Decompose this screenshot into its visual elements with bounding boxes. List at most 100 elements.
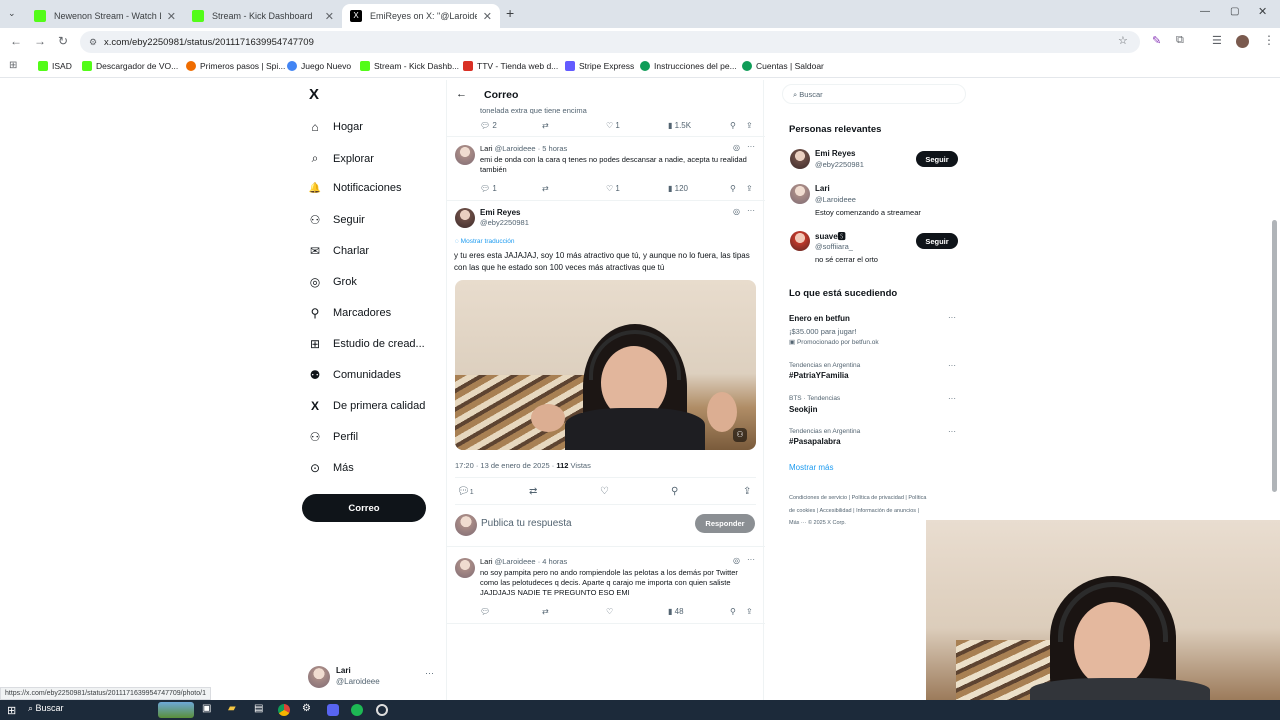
file-explorer-icon[interactable]: ▰ — [228, 703, 236, 714]
tweet-photo[interactable]: ⚇ — [455, 280, 756, 450]
tab-close-icon[interactable]: ✕ — [483, 10, 492, 23]
task-view-icon[interactable]: ▣ — [202, 703, 211, 714]
reply-button[interactable]: Responder — [695, 514, 755, 533]
views-icon[interactable]: ▮ 120 — [668, 184, 688, 193]
more-icon[interactable]: ··· — [747, 142, 755, 151]
views-icon[interactable]: ▮ 1.5K — [668, 121, 691, 130]
like-icon[interactable]: ♡ — [606, 607, 613, 616]
reply-icon[interactable]: 💬︎ 1 — [480, 184, 497, 193]
photo-grok-icon[interactable]: ⚇ — [733, 428, 747, 442]
avatar[interactable] — [790, 231, 810, 251]
footer-link[interactable]: Información de anuncios — [856, 508, 916, 514]
author-handle[interactable]: @eby2250981 — [480, 218, 529, 227]
obs-icon[interactable] — [376, 704, 388, 716]
bookmark-item[interactable]: Instrucciones del pe... — [640, 61, 737, 71]
account-switcher[interactable]: Lari @Laroideee ··· — [306, 664, 436, 690]
grok-icon[interactable]: ◎ — [733, 556, 740, 565]
extensions-puzzle-icon[interactable]: ⧉ — [1176, 34, 1184, 47]
avatar[interactable] — [455, 145, 475, 165]
avatar[interactable] — [790, 184, 810, 204]
trend-name[interactable]: Enero en betfun — [789, 314, 850, 323]
bookmark-star-icon[interactable]: ☆ — [1118, 34, 1128, 47]
bookmark-item[interactable]: ISAD — [38, 61, 72, 71]
retweet-icon[interactable]: ⇄ — [529, 486, 537, 497]
settings-icon[interactable]: ⚙ — [302, 703, 311, 714]
show-more-link[interactable]: Mostrar más — [789, 463, 833, 472]
post-button[interactable]: Correo — [302, 494, 426, 522]
discord-icon[interactable] — [327, 704, 339, 716]
bookmark-item[interactable]: TTV - Tienda web d... — [463, 61, 558, 71]
start-icon[interactable]: ⊞ — [7, 704, 16, 717]
bookmark-item[interactable]: Descargador de VO... — [82, 61, 178, 71]
account-more-icon[interactable]: ··· — [425, 668, 434, 678]
avatar[interactable] — [455, 558, 475, 578]
trend-name[interactable]: #PatriaYFamilia — [789, 371, 849, 380]
views-icon[interactable]: ▮ 48 — [668, 607, 684, 616]
reply-icon[interactable]: 💬︎ — [480, 607, 490, 616]
tab-kick-dashboard[interactable]: Stream - Kick Dashboard ✕ — [184, 4, 342, 28]
weather-widget-icon[interactable] — [158, 702, 194, 718]
like-icon[interactable]: ♡ 1 — [606, 184, 620, 193]
scrollbar[interactable] — [1272, 220, 1277, 492]
more-icon[interactable]: ··· — [747, 555, 755, 564]
nav-explore[interactable]: ⌕ Explorar — [308, 151, 374, 166]
nav-premium[interactable]: X De primera calidad — [308, 399, 425, 413]
app-icon[interactable]: ▤ — [254, 703, 263, 714]
follow-button[interactable]: Seguir — [916, 233, 958, 249]
trend-more-icon[interactable]: ··· — [948, 313, 956, 322]
follow-button[interactable]: Seguir — [916, 151, 958, 167]
trend-name[interactable]: #Pasapalabra — [789, 437, 841, 446]
trend-more-icon[interactable]: ··· — [948, 361, 956, 370]
footer-link[interactable]: Política de privacidad — [852, 495, 904, 501]
bookmark-icon[interactable]: ⚲ — [730, 121, 736, 130]
footer-link[interactable]: Accesibilidad — [819, 508, 851, 514]
retweet-icon[interactable]: ⇄ — [542, 607, 549, 616]
nav-notifications[interactable]: 🔔 Notificaciones — [308, 182, 402, 194]
retweet-icon[interactable]: ⇄ — [542, 121, 549, 130]
back-icon[interactable]: ← — [10, 34, 22, 48]
share-icon[interactable]: ⇪ — [746, 121, 753, 130]
avatar[interactable] — [455, 208, 475, 228]
footer-link[interactable]: Más ··· — [789, 520, 806, 526]
bookmark-item[interactable]: Stream - Kick Dashb... — [360, 61, 459, 71]
share-icon[interactable]: ⇪ — [746, 607, 753, 616]
site-info-icon[interactable]: ⚙ — [89, 37, 97, 48]
nav-creator-studio[interactable]: ⊞ Estudio de cread... — [308, 337, 425, 351]
bookmark-item[interactable]: Primeros pasos | Spi... — [186, 61, 285, 71]
more-vert-icon[interactable]: ⋮ — [1263, 33, 1275, 47]
more-icon[interactable]: ··· — [747, 206, 755, 215]
spotify-icon[interactable] — [351, 704, 363, 716]
new-tab-button[interactable]: + — [506, 5, 514, 21]
nav-more[interactable]: ⊙ Más — [308, 461, 354, 475]
forward-icon[interactable]: → — [34, 34, 46, 48]
tab-close-icon[interactable]: ✕ — [325, 10, 334, 23]
nav-communities[interactable]: ⚉ Comunidades — [308, 368, 401, 382]
bookmark-icon[interactable]: ⚲ — [730, 184, 736, 193]
grok-icon[interactable]: ◎ — [733, 143, 740, 152]
chrome-icon[interactable] — [278, 704, 290, 716]
like-icon[interactable]: ♡ — [600, 486, 609, 497]
footer-link[interactable]: Condiciones de servicio — [789, 495, 847, 501]
bookmark-item[interactable]: Stripe Express — [565, 61, 634, 71]
nav-profile[interactable]: ⚇ Perfil — [308, 430, 358, 444]
person-name[interactable]: Lari — [815, 184, 830, 193]
like-icon[interactable]: ♡ 1 — [606, 121, 620, 130]
bookmark-item[interactable]: Cuentas | Saldoar — [742, 61, 824, 71]
trend-more-icon[interactable]: ··· — [948, 427, 956, 436]
maximize-icon[interactable]: ▢ — [1230, 6, 1239, 17]
reply-icon[interactable]: 💬︎1 — [457, 486, 474, 497]
tab-close-icon[interactable]: ✕ — [167, 10, 176, 23]
retweet-icon[interactable]: ⇄ — [542, 184, 549, 193]
trend-more-icon[interactable]: ··· — [948, 394, 956, 403]
reply-icon[interactable]: 💬︎ 2 — [480, 121, 497, 130]
person-name[interactable]: Emi Reyes — [815, 149, 855, 158]
taskbar-search[interactable]: ⌕ Buscar — [28, 703, 158, 717]
reload-icon[interactable]: ↻ — [58, 34, 68, 48]
profile-avatar[interactable] — [1236, 35, 1249, 48]
tab-x-post[interactable]: X EmiReyes on X: "@Laroideee G ✕ — [342, 4, 500, 28]
nav-chat[interactable]: ✉ Charlar — [308, 244, 369, 258]
nav-grok[interactable]: ◎ Grok — [308, 275, 357, 289]
person-name[interactable]: suave🆂 — [815, 231, 846, 242]
trend-name[interactable]: Seokjin — [789, 405, 817, 414]
share-icon[interactable]: ⇪ — [746, 184, 753, 193]
